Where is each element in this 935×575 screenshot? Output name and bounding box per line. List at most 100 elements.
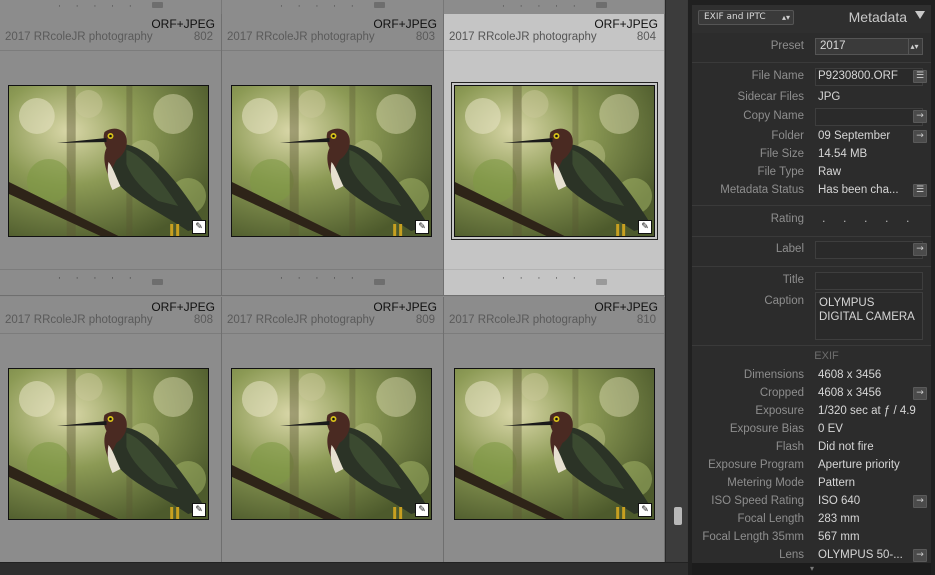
grid-cell[interactable]: ORF+JPEG 2017 RRcoleJR photography 810 ✎: [444, 297, 665, 575]
exif-value: 567 mm: [818, 531, 860, 543]
file-format: ORF+JPEG: [151, 300, 215, 314]
thumbnail-heron[interactable]: ✎: [231, 368, 432, 520]
grid-cell-selected[interactable]: ORF+JPEG 2017 RRcoleJR photography 804 ✎…: [444, 14, 665, 296]
file-name-value[interactable]: P9230800.ORF: [818, 70, 898, 82]
exif-row: Lens OLYMPUS 50-... →: [692, 547, 931, 563]
sidecar-value: JPG: [818, 91, 841, 103]
thumbnail-heron[interactable]: ✎: [451, 82, 658, 240]
go-arrow-icon[interactable]: →: [913, 130, 927, 143]
rating-stars[interactable]: · · · · ·: [822, 215, 916, 228]
list-button-icon[interactable]: ☰: [913, 184, 927, 197]
color-label-icon[interactable]: [596, 279, 607, 285]
caption-label: Caption: [764, 295, 804, 307]
preset-label: Preset: [770, 40, 804, 52]
index-number: 804: [636, 31, 656, 43]
copyright-credit: 2017 RRcoleJR photography: [227, 314, 375, 326]
heron-photo: [455, 86, 654, 236]
color-label-icon[interactable]: [374, 2, 385, 8]
panel-footer: ▾: [692, 563, 931, 575]
grid-scrollbar[interactable]: [665, 0, 687, 575]
exif-value: 4608 x 3456: [818, 369, 882, 381]
view-preset-select[interactable]: EXIF and IPTC ▴▾: [698, 10, 794, 25]
file-format: ORF+JPEG: [594, 17, 658, 31]
prev-cell-1[interactable]: · · · · ·: [0, 0, 222, 14]
go-arrow-icon[interactable]: →: [913, 110, 927, 123]
exif-value: OLYMPUS 50-...: [818, 549, 903, 561]
exif-label: Focal Length: [737, 513, 805, 525]
divider: [692, 236, 931, 237]
exif-label: Exposure Bias: [729, 423, 804, 435]
copyright-credit: 2017 RRcoleJR photography: [449, 31, 597, 43]
title-label: Title: [782, 274, 804, 286]
prev-cell-3[interactable]: · · · · ·: [444, 0, 665, 14]
color-label-icon[interactable]: [152, 279, 163, 285]
divider: [0, 50, 221, 51]
heron-photo: [455, 369, 654, 519]
divider: [222, 50, 443, 51]
exif-label: Dimensions: [743, 369, 804, 381]
copyright-credit: 2017 RRcoleJR photography: [5, 31, 153, 43]
exif-row: ISO Speed Rating ISO 640 →: [692, 493, 931, 511]
exif-value: Pattern: [818, 477, 856, 489]
rating-dots[interactable]: · · · · ·: [58, 2, 138, 12]
go-arrow-icon[interactable]: →: [913, 243, 927, 256]
view-preset-label: EXIF and IPTC: [704, 12, 766, 22]
preset-select[interactable]: 2017 ▴▾: [815, 38, 923, 55]
edit-badge-icon[interactable]: ✎: [415, 503, 429, 517]
scroll-down-icon[interactable]: ▾: [810, 564, 814, 573]
copy-name-field[interactable]: [815, 108, 923, 126]
index-number: 809: [415, 314, 435, 326]
file-size-row: File Size 14.54 MB: [692, 146, 931, 164]
grid-cell[interactable]: ORF+JPEG 2017 RRcoleJR photography 809 ✎: [222, 297, 444, 575]
go-arrow-icon[interactable]: →: [913, 549, 927, 562]
rating-dots[interactable]: · · · · ·: [502, 274, 582, 284]
edit-badge-icon[interactable]: ✎: [415, 220, 429, 234]
index-number: 808: [193, 314, 213, 326]
heron-photo: [232, 86, 431, 236]
edit-badge-icon[interactable]: ✎: [192, 220, 206, 234]
cell-footer: · · · · ·: [222, 269, 443, 295]
thumbnail-heron[interactable]: ✎: [454, 368, 655, 520]
thumbnail-heron[interactable]: ✎: [8, 85, 209, 237]
list-button-icon[interactable]: ☰: [913, 70, 927, 83]
divider: [222, 333, 443, 334]
title-field[interactable]: [815, 272, 923, 290]
file-name-label: File Name: [751, 70, 804, 82]
color-label-icon[interactable]: [152, 2, 163, 8]
color-label-icon[interactable]: [374, 279, 385, 285]
copy-name-label: Copy Name: [743, 110, 804, 122]
rating-dots[interactable]: · · · · ·: [280, 274, 360, 284]
collapse-triangle-icon[interactable]: [915, 11, 925, 19]
scrollbar-thumb[interactable]: [674, 507, 682, 525]
edit-badge-icon[interactable]: ✎: [638, 503, 652, 517]
exif-label: Focal Length 35mm: [702, 531, 804, 543]
exif-row: Dimensions 4608 x 3456: [692, 367, 931, 385]
grid-cell[interactable]: ORF+JPEG 2017 RRcoleJR photography 803 ✎…: [222, 14, 444, 296]
edit-badge-icon[interactable]: ✎: [192, 503, 206, 517]
divider: [692, 345, 931, 346]
go-arrow-icon[interactable]: →: [913, 387, 927, 400]
divider: [692, 266, 931, 267]
copyright-credit: 2017 RRcoleJR photography: [449, 314, 597, 326]
heron-photo: [232, 369, 431, 519]
thumbnail-heron[interactable]: ✎: [231, 85, 432, 237]
thumbnail-heron[interactable]: ✎: [8, 368, 209, 520]
color-label-icon[interactable]: [596, 2, 607, 8]
caption-field[interactable]: OLYMPUS DIGITAL CAMERA: [815, 292, 923, 340]
metadata-panel: EXIF and IPTC ▴▾ Metadata Preset 2017 ▴▾…: [688, 0, 935, 575]
exif-value: 4608 x 3456: [818, 387, 882, 399]
label-field[interactable]: [815, 241, 923, 259]
grid-cell[interactable]: ORF+JPEG 2017 RRcoleJR photography 802 ✎…: [0, 14, 222, 296]
exif-row: Exposure 1/320 sec at ƒ / 4.9: [692, 403, 931, 421]
prev-cell-2[interactable]: · · · · ·: [222, 0, 444, 14]
rating-dots[interactable]: · · · · ·: [502, 2, 582, 12]
folder-row: Folder 09 September →: [692, 128, 931, 146]
grid-cell[interactable]: ORF+JPEG 2017 RRcoleJR photography 808 ✎: [0, 297, 222, 575]
index-number: 802: [193, 31, 213, 43]
copyright-credit: 2017 RRcoleJR photography: [227, 31, 375, 43]
edit-badge-icon[interactable]: ✎: [638, 220, 652, 234]
rating-dots[interactable]: · · · · ·: [280, 2, 360, 12]
go-arrow-icon[interactable]: →: [913, 495, 927, 508]
file-type-label: File Type: [757, 166, 804, 178]
rating-dots[interactable]: · · · · ·: [58, 274, 138, 284]
